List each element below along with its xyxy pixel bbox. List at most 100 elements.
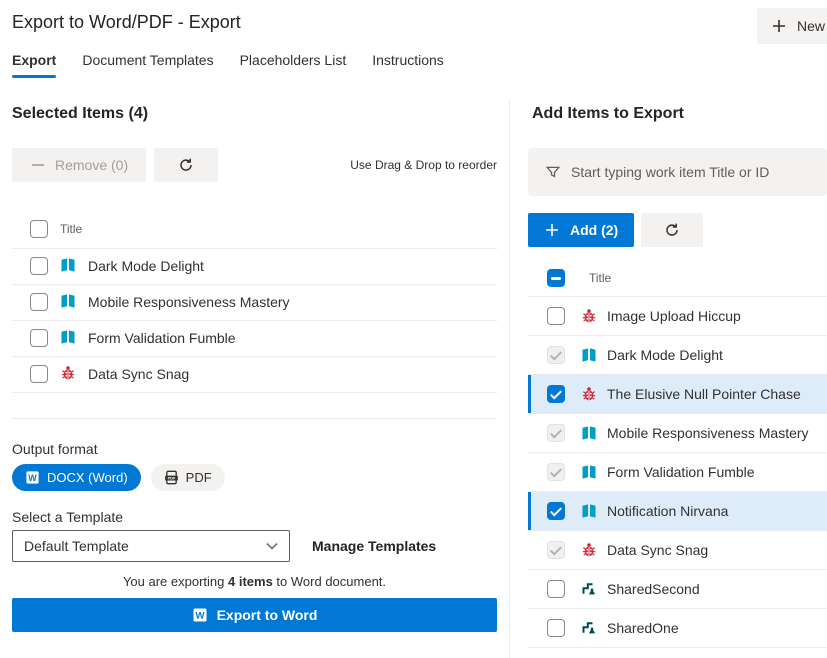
row-checkbox[interactable] [30,329,48,347]
drag-drop-hint: Use Drag & Drop to reorder [350,158,497,172]
work-item-title: SharedSecond [607,581,700,597]
user-story-icon [581,347,597,363]
selected-items-heading: Selected Items (4) [12,105,497,129]
refresh-selected-button[interactable] [154,148,218,182]
work-item-title: Dark Mode Delight [607,347,723,363]
row-checkbox[interactable] [547,385,565,403]
template-select-value: Default Template [24,538,129,554]
user-story-icon [60,257,76,273]
table-row[interactable]: Mobile Responsiveness Mastery [528,414,827,453]
shared-steps-icon [581,620,597,636]
table-row[interactable]: Notification Nirvana [528,492,827,531]
output-format-choices: DOCX (Word) PDF [12,464,497,491]
table-row[interactable]: SharedOne [528,609,827,648]
work-item-title: Mobile Responsiveness Mastery [607,425,809,441]
row-checkbox [547,346,565,364]
pdf-doc-icon [164,470,179,485]
table-row[interactable]: Dark Mode Delight [12,248,497,284]
table-row[interactable]: Mobile Responsiveness Mastery [12,284,497,320]
docx-format-pill[interactable]: DOCX (Word) [12,464,141,491]
user-story-icon [60,329,76,345]
template-row: Default Template Manage Templates [12,530,497,562]
tab-export[interactable]: Export [12,52,56,78]
remove-button-label: Remove (0) [55,157,128,173]
title-column-header: Title [60,210,497,248]
table-row[interactable]: Form Validation Fumble [528,453,827,492]
word-doc-icon [25,470,40,485]
selected-items-toolbar: Remove (0) Use Drag & Drop to reorder [12,148,497,182]
work-item-title: SharedOne [607,620,679,636]
export-status-text: You are exporting 4 items to Word docume… [12,574,497,589]
table-bottom-border [12,393,497,419]
plus-icon [544,222,560,238]
bug-icon [581,308,597,324]
work-item-title: Mobile Responsiveness Mastery [88,284,497,320]
select-template-label: Select a Template [12,509,497,527]
add-button[interactable]: Add (2) [528,213,634,247]
add-button-label: Add (2) [570,222,618,238]
work-item-title: Form Validation Fumble [88,320,497,356]
new-button[interactable]: New [757,8,827,44]
selected-items-table: Title Dark Mode Delight Mobile Responsiv… [12,210,497,393]
row-checkbox [547,424,565,442]
work-item-title: The Elusive Null Pointer Chase [607,386,801,402]
export-to-word-button[interactable]: Export to Word [12,598,497,632]
minus-icon [30,157,46,173]
page-title: Export to Word/PDF - Export [12,10,827,34]
available-items-table: Title Image Upload Hiccup Dark Mode Deli… [528,259,827,648]
table-row[interactable]: Form Validation Fumble [12,320,497,356]
tab-placeholders-list[interactable]: Placeholders List [240,52,347,78]
row-checkbox[interactable] [30,257,48,275]
tab-document-templates[interactable]: Document Templates [82,52,213,78]
bug-icon [60,365,76,381]
table-row[interactable]: Data Sync Snag [528,531,827,570]
user-story-icon [581,503,597,519]
row-checkbox[interactable] [547,619,565,637]
title-bar: Export to Word/PDF - Export New [12,10,827,46]
table-row[interactable]: SharedSecond [528,570,827,609]
remove-button[interactable]: Remove (0) [12,148,146,182]
template-select[interactable]: Default Template [12,530,290,562]
pdf-format-pill[interactable]: PDF [151,464,225,491]
work-item-search [528,148,827,196]
table-row[interactable]: Dark Mode Delight [528,336,827,375]
row-checkbox [547,463,565,481]
work-item-title: Dark Mode Delight [88,248,497,284]
select-all-checkbox[interactable] [547,269,565,287]
table-row[interactable]: Image Upload Hiccup [528,297,827,336]
select-all-checkbox[interactable] [30,220,48,238]
search-input[interactable] [571,164,801,180]
row-checkbox[interactable] [547,502,565,520]
work-item-title: Form Validation Fumble [607,464,755,480]
shared-steps-icon [581,581,597,597]
panel-divider [509,100,510,658]
tab-bar: Export Document Templates Placeholders L… [12,52,444,78]
new-button-label: New [797,18,825,34]
bug-icon [581,386,597,402]
refresh-icon [664,222,680,238]
export-button-label: Export to Word [217,607,318,623]
manage-templates-link[interactable]: Manage Templates [312,538,436,554]
export-count: 4 items [228,574,273,589]
add-items-toolbar: Add (2) [528,213,827,247]
available-items-table-header: Title [528,259,827,297]
refresh-available-button[interactable] [641,213,703,247]
table-row[interactable]: The Elusive Null Pointer Chase [528,375,827,414]
row-checkbox[interactable] [547,307,565,325]
table-row[interactable]: Data Sync Snag [12,356,497,392]
row-checkbox[interactable] [30,293,48,311]
selected-items-panel: Selected Items (4) Remove (0) Use Drag &… [12,105,497,632]
row-checkbox[interactable] [30,365,48,383]
user-story-icon [60,293,76,309]
tab-instructions[interactable]: Instructions [372,52,444,78]
work-item-title: Data Sync Snag [88,356,497,392]
chevron-down-icon [264,538,280,554]
word-doc-icon [192,607,208,623]
selected-items-table-header: Title [12,210,497,248]
row-checkbox[interactable] [547,580,565,598]
work-item-title: Data Sync Snag [607,542,708,558]
user-story-icon [581,464,597,480]
plus-icon [771,18,787,34]
bug-icon [581,542,597,558]
work-item-title: Image Upload Hiccup [607,308,741,324]
